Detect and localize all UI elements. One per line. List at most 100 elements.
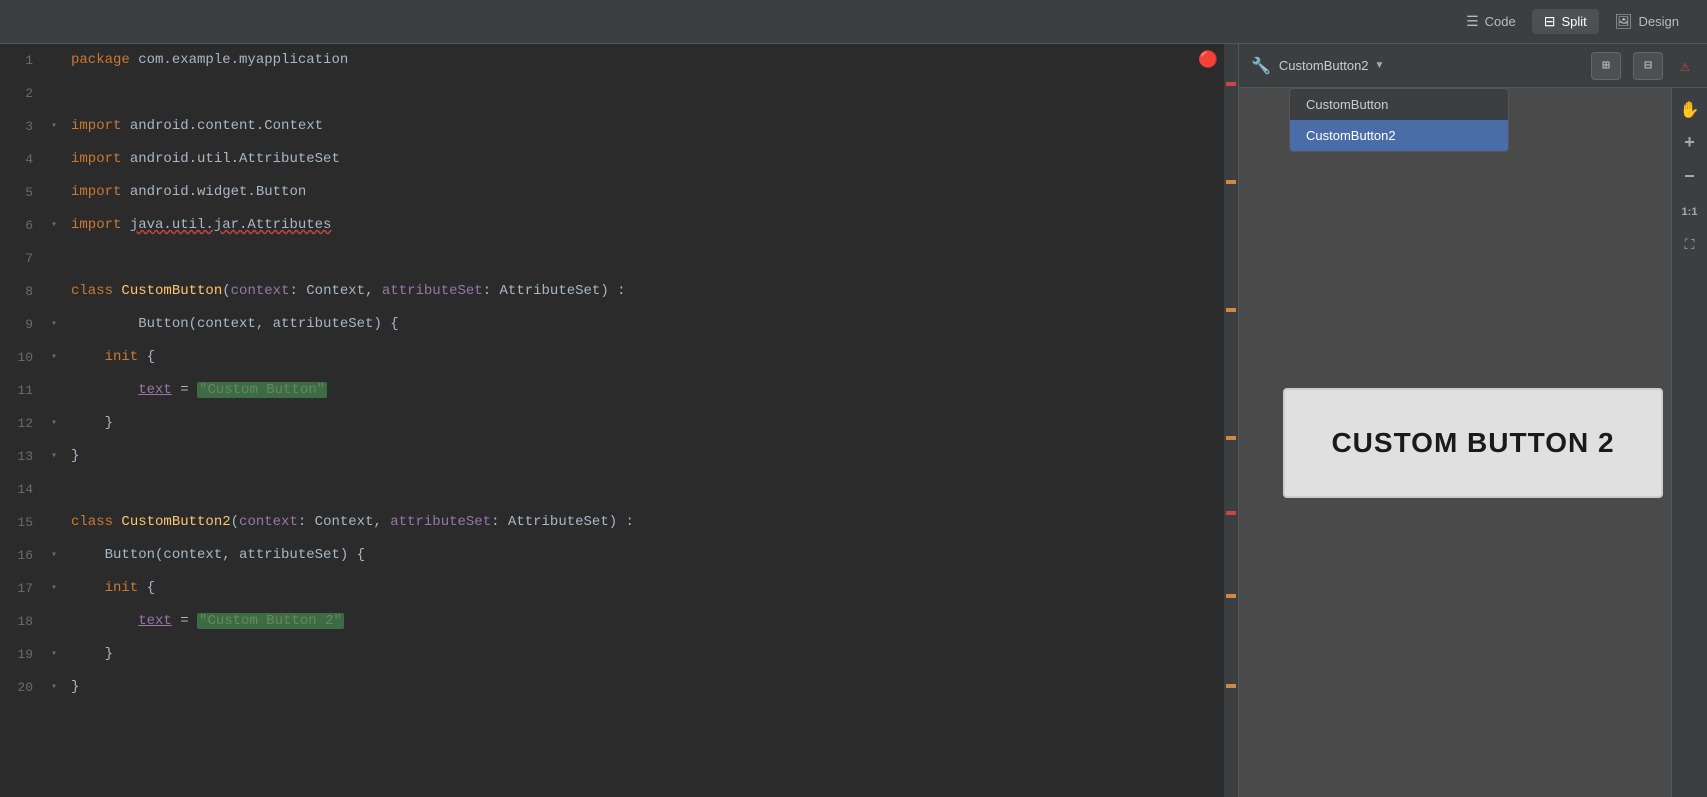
ratio-label: 1:1 (1682, 206, 1698, 218)
code-lines: 1package com.example.myapplication🔴23▾im… (0, 44, 1238, 797)
code-line: 9▾ Button(context, attributeSet) { (0, 308, 1238, 341)
plus-icon: + (1684, 134, 1695, 154)
fold-icon[interactable]: ▾ (45, 341, 63, 374)
dropdown-selector[interactable]: CustomButton2 ▼ (1279, 58, 1385, 73)
grid-view-button[interactable]: ⊞ (1591, 52, 1621, 80)
code-line: 17▾ init { (0, 572, 1238, 605)
design-view-button[interactable]: 🖼 Design (1603, 9, 1691, 34)
code-line: 2 (0, 77, 1238, 110)
line-number: 17 (0, 572, 45, 605)
right-panel: 🔧 CustomButton2 ▼ ⊞ ⊟ ⚠ CustomButton Cus… (1239, 44, 1707, 797)
code-line: 8 class CustomButton(context: Context, at… (0, 275, 1238, 308)
line-number: 20 (0, 671, 45, 704)
selector-label: CustomButton2 (1279, 58, 1369, 73)
dropdown-item-custom-button2[interactable]: CustomButton2 (1290, 120, 1508, 151)
fold-icon[interactable]: ▾ (45, 440, 63, 473)
line-number: 6 (0, 209, 45, 242)
line-number: 8 (0, 275, 45, 308)
design-label: Design (1639, 14, 1679, 29)
expand-button[interactable]: ⛶ (1676, 232, 1704, 260)
line-content: Button(context, attributeSet) { (63, 308, 1238, 341)
preview-button-label: CUSTOM BUTTON 2 (1331, 427, 1614, 459)
hand-tool-button[interactable]: ✋ (1676, 96, 1704, 124)
line-number: 14 (0, 473, 45, 506)
error-indicator: 🔴 (1198, 44, 1218, 77)
fold-icon[interactable]: ▾ (45, 407, 63, 440)
dropdown-header: 🔧 CustomButton2 ▼ ⊞ ⊟ ⚠ (1239, 44, 1707, 88)
line-content: } (63, 638, 1238, 671)
scroll-marker (1226, 594, 1236, 598)
scroll-marker (1226, 180, 1236, 184)
line-number: 2 (0, 77, 45, 110)
error-badge: ⚠ (1675, 56, 1695, 76)
design-icon: 🖼 (1615, 13, 1633, 30)
minus-icon: − (1684, 168, 1695, 188)
code-line: 12▾ } (0, 407, 1238, 440)
main-area: 1package com.example.myapplication🔴23▾im… (0, 44, 1707, 797)
line-content: Button(context, attributeSet) { (63, 539, 1238, 572)
line-number: 5 (0, 176, 45, 209)
top-toolbar: ☰ Code ⊟ Split 🖼 Design (0, 0, 1707, 44)
scroll-marker (1226, 308, 1236, 312)
fold-icon[interactable]: ▾ (45, 308, 63, 341)
right-side-toolbar: ✋ + − 1:1 ⛶ (1671, 88, 1707, 797)
split-icon: ⊟ (1544, 13, 1556, 30)
split-label: Split (1561, 14, 1586, 29)
line-number: 18 (0, 605, 45, 638)
line-number: 9 (0, 308, 45, 341)
fold-icon[interactable]: ▾ (45, 539, 63, 572)
code-line: 13▾} (0, 440, 1238, 473)
code-line: 4 import android.util.AttributeSet (0, 143, 1238, 176)
code-line: 10▾ init { (0, 341, 1238, 374)
zoom-in-button[interactable]: + (1676, 130, 1704, 158)
code-line: 18 text = "Custom Button 2" (0, 605, 1238, 638)
line-number: 15 (0, 506, 45, 539)
fold-icon[interactable]: ▾ (45, 209, 63, 242)
code-line: 14 (0, 473, 1238, 506)
line-content: import android.content.Context (63, 110, 1238, 143)
line-number: 19 (0, 638, 45, 671)
code-line: 5 import android.widget.Button (0, 176, 1238, 209)
line-number: 4 (0, 143, 45, 176)
split-view-button[interactable]: ⊟ Split (1532, 9, 1599, 34)
code-line: 1package com.example.myapplication🔴 (0, 44, 1238, 77)
fold-icon[interactable]: ▾ (45, 638, 63, 671)
fold-icon[interactable]: ▾ (45, 572, 63, 605)
fold-icon[interactable]: ▾ (45, 110, 63, 143)
zoom-out-button[interactable]: − (1676, 164, 1704, 192)
line-number: 3 (0, 110, 45, 143)
dropdown-menu: CustomButton CustomButton2 (1289, 88, 1509, 152)
code-view-button[interactable]: ☰ Code (1454, 9, 1528, 34)
expand-icon: ⛶ (1685, 238, 1695, 254)
code-editor[interactable]: 1package com.example.myapplication🔴23▾im… (0, 44, 1239, 797)
line-content: } (63, 671, 1238, 704)
code-line: 6▾import java.util.jar.Attributes (0, 209, 1238, 242)
wrench-icon: 🔧 (1251, 56, 1271, 76)
line-number: 12 (0, 407, 45, 440)
line-content: text = "Custom Button" (63, 374, 1238, 407)
line-number: 1 (0, 44, 45, 77)
error-icon: ⚠ (1680, 56, 1690, 76)
dropdown-item-custom-button[interactable]: CustomButton (1290, 89, 1508, 120)
code-line: 11 text = "Custom Button" (0, 374, 1238, 407)
preview-button: CUSTOM BUTTON 2 (1283, 388, 1663, 498)
line-content: class CustomButton(context: Context, att… (63, 275, 1238, 308)
editor-markers (1224, 44, 1238, 797)
code-line: 3▾import android.content.Context (0, 110, 1238, 143)
line-content: import java.util.jar.Attributes (63, 209, 1238, 242)
line-content: import android.widget.Button (63, 176, 1238, 209)
hand-icon: ✋ (1680, 100, 1700, 120)
fold-icon[interactable]: ▾ (45, 671, 63, 704)
preview-area: CUSTOM BUTTON 2 ✋ + − 1:1 ⛶ (1239, 88, 1707, 797)
grid-icon: ⊞ (1602, 58, 1610, 73)
scroll-marker (1226, 82, 1236, 86)
ratio-button[interactable]: 1:1 (1676, 198, 1704, 226)
code-line: 16▾ Button(context, attributeSet) { (0, 539, 1238, 572)
layout-button[interactable]: ⊟ (1633, 52, 1663, 80)
line-content: import android.util.AttributeSet (63, 143, 1238, 176)
code-icon: ☰ (1466, 13, 1479, 30)
line-number: 11 (0, 374, 45, 407)
code-line: 7 (0, 242, 1238, 275)
scroll-marker (1226, 684, 1236, 688)
scroll-marker (1226, 436, 1236, 440)
